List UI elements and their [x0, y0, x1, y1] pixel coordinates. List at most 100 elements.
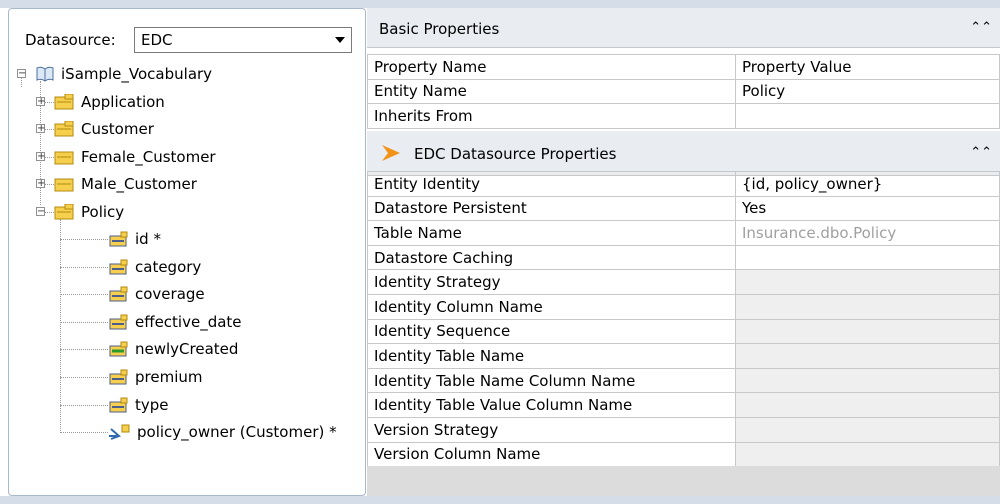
attribute-icon: [109, 314, 129, 330]
property-name-cell: Datastore Caching: [367, 244, 736, 271]
panel-empty-area: [367, 466, 1000, 496]
attribute-icon: [109, 259, 129, 275]
association-icon: [109, 424, 131, 440]
collapse-up-icon[interactable]: ⌃⌃: [970, 20, 992, 35]
edc-properties-title: EDC Datasource Properties: [414, 145, 617, 163]
collapse-up-icon[interactable]: ⌃⌃: [970, 145, 992, 160]
attribute-icon: [109, 231, 129, 247]
property-name-cell: Identity Table Name: [367, 343, 736, 369]
window-top-border: [0, 0, 1000, 8]
property-name-cell: Entity Name: [367, 78, 736, 105]
property-value-cell[interactable]: Insurance.dbo.Policy: [735, 220, 1000, 246]
tree-item-application[interactable]: Application: [53, 90, 165, 114]
collapse-policy-toggle[interactable]: −: [36, 207, 45, 217]
basic-properties-title: Basic Properties: [379, 20, 500, 38]
edc-properties-table: Entity Identity {id, policy_owner} Datas…: [367, 171, 1000, 468]
tree-root-node[interactable]: iSample_Vocabulary: [35, 62, 212, 86]
tree-item-attribute-category[interactable]: category: [109, 255, 201, 279]
attribute-icon: [109, 397, 129, 413]
tree-item-label: Male_Customer: [81, 175, 197, 193]
expand-customer-toggle[interactable]: +: [36, 124, 45, 134]
tree-item-female-customer[interactable]: Female_Customer: [53, 145, 216, 169]
expand-application-toggle[interactable]: +: [36, 97, 45, 107]
tree-item-attribute-premium[interactable]: premium: [109, 365, 203, 389]
table-row[interactable]: Datastore Caching: [367, 244, 1000, 271]
tree-item-label: premium: [135, 368, 203, 386]
tree-item-label: category: [135, 258, 202, 276]
property-name-cell: Inherits From: [367, 103, 736, 129]
expand-female-customer-toggle[interactable]: +: [36, 152, 45, 162]
property-value-cell: [735, 416, 1000, 443]
table-row[interactable]: Identity Table Name Column Name: [367, 367, 1000, 394]
tree-root-label: iSample_Vocabulary: [61, 65, 213, 83]
property-value-cell: [735, 343, 1000, 369]
table-header-row: Property Name Property Value: [367, 54, 1000, 80]
folder-yellow-icon: [53, 149, 75, 165]
tree-item-attribute-newly-created[interactable]: newlyCreated: [109, 337, 238, 361]
tree-item-label: policy_owner (Customer) *: [137, 423, 337, 441]
property-value-cell[interactable]: [735, 244, 1000, 271]
collapse-root-toggle[interactable]: −: [17, 69, 26, 79]
property-name-cell: Identity Strategy: [367, 269, 736, 295]
tree-item-attribute-effective-date[interactable]: effective_date: [109, 310, 242, 334]
tree-item-label: newlyCreated: [135, 340, 239, 358]
tree-item-label: type: [135, 396, 169, 414]
folder-yellow-icon: [53, 176, 75, 192]
expand-male-customer-toggle[interactable]: +: [36, 179, 45, 189]
chevron-right-orange-icon: [381, 144, 401, 166]
tree-item-attribute-coverage[interactable]: coverage: [109, 282, 205, 306]
property-value-cell: [735, 441, 1000, 468]
property-name-cell: Version Strategy: [367, 416, 736, 443]
basic-properties-header[interactable]: Basic Properties ⌃⌃: [367, 8, 1000, 48]
tree-item-customer[interactable]: Customer: [53, 117, 154, 141]
table-row[interactable]: Version Strategy: [367, 416, 1000, 443]
table-row[interactable]: Entity Identity {id, policy_owner}: [367, 171, 1000, 197]
property-value-cell: [735, 293, 1000, 320]
table-row[interactable]: Identity Strategy: [367, 269, 1000, 295]
tree-item-label: Female_Customer: [81, 148, 216, 166]
property-value-cell[interactable]: [735, 103, 1000, 129]
attribute-icon: [109, 286, 129, 302]
table-row[interactable]: Table Name Insurance.dbo.Policy: [367, 220, 1000, 246]
table-row[interactable]: Datastore Persistent Yes: [367, 195, 1000, 222]
vocabulary-book-icon: [35, 66, 55, 82]
property-name-cell: Identity Table Name Column Name: [367, 367, 736, 394]
table-row[interactable]: Identity Sequence: [367, 318, 1000, 345]
table-row[interactable]: Identity Table Name: [367, 343, 1000, 369]
basic-properties-table: Property Name Property Value Entity Name…: [367, 54, 1000, 129]
property-name-cell: Entity Identity: [367, 171, 736, 197]
tree-item-attribute-type[interactable]: type: [109, 393, 169, 417]
property-value-cell[interactable]: {id, policy_owner}: [735, 171, 1000, 197]
column-header-property-name: Property Name: [367, 54, 736, 80]
tree-item-label: coverage: [135, 285, 205, 303]
property-value-cell: [735, 318, 1000, 345]
vocabulary-tree: − iSample_Vocabulary + Application + Cus…: [9, 9, 365, 495]
column-header-property-value: Property Value: [735, 54, 1000, 80]
tree-item-label: Customer: [81, 120, 154, 138]
property-name-cell: Identity Column Name: [367, 293, 736, 320]
folder-yellow-icon: [53, 203, 75, 220]
property-value-cell[interactable]: Policy: [735, 78, 1000, 105]
property-name-cell: Table Name: [367, 220, 736, 246]
attribute-icon: [109, 369, 129, 385]
table-row[interactable]: Inherits From: [367, 103, 1000, 129]
property-value-cell: [735, 367, 1000, 394]
property-value-cell[interactable]: Yes: [735, 195, 1000, 222]
tree-item-label: effective_date: [135, 313, 242, 331]
tree-item-attribute-id[interactable]: id *: [109, 227, 161, 251]
table-row[interactable]: Identity Table Value Column Name: [367, 392, 1000, 418]
tree-item-label: Application: [81, 93, 165, 111]
edc-properties-header[interactable]: EDC Datasource Properties ⌃⌃: [367, 131, 1000, 176]
window-bottom-border: [0, 496, 1000, 504]
tree-item-label: id *: [135, 230, 161, 248]
tree-item-policy[interactable]: Policy: [53, 200, 124, 224]
tree-item-label: Policy: [81, 203, 125, 221]
property-name-cell: Identity Table Value Column Name: [367, 392, 736, 418]
tree-item-male-customer[interactable]: Male_Customer: [53, 172, 197, 196]
table-row[interactable]: Entity Name Policy: [367, 78, 1000, 105]
tree-item-association-policy-owner[interactable]: policy_owner (Customer) *: [109, 420, 337, 444]
property-name-cell: Datastore Persistent: [367, 195, 736, 222]
table-row[interactable]: Version Column Name: [367, 441, 1000, 468]
property-value-cell: [735, 269, 1000, 295]
table-row[interactable]: Identity Column Name: [367, 293, 1000, 320]
